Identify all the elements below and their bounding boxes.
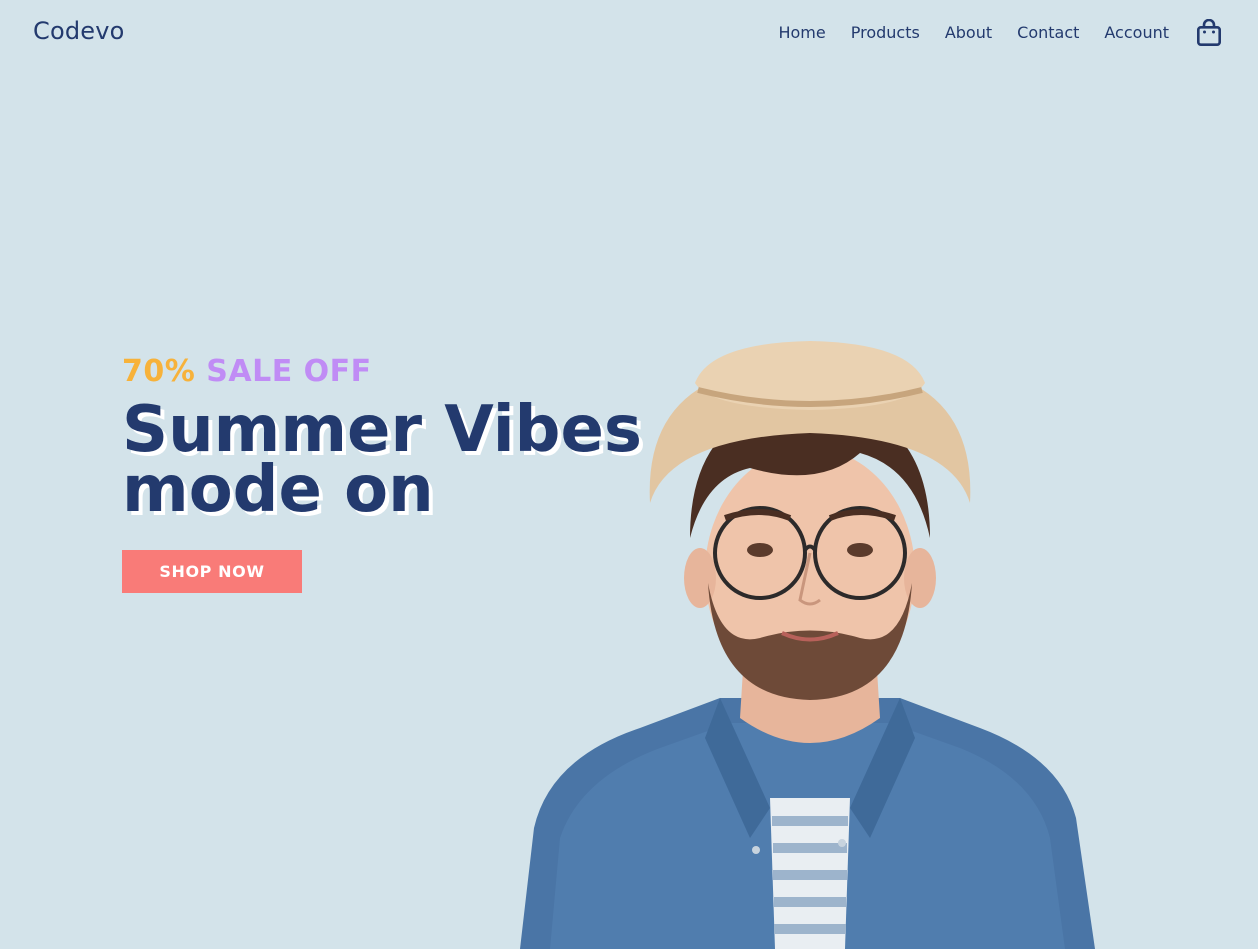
sale-text: SALE OFF — [206, 354, 372, 389]
headline-line-2: mode on — [122, 453, 434, 527]
brand-logo[interactable]: Codevo — [33, 17, 125, 45]
nav-account[interactable]: Account — [1104, 16, 1169, 49]
nav-about[interactable]: About — [945, 16, 992, 49]
hero-model-image — [520, 341, 1095, 949]
shopping-bag-icon[interactable] — [1196, 18, 1222, 48]
main-nav: Home Products About Contact Account — [778, 16, 1222, 49]
sale-percent: 70% — [122, 354, 196, 389]
nav-products[interactable]: Products — [851, 16, 920, 49]
nav-home[interactable]: Home — [778, 16, 825, 49]
nav-contact[interactable]: Contact — [1017, 16, 1079, 49]
shop-now-button[interactable]: SHOP NOW — [122, 550, 302, 593]
